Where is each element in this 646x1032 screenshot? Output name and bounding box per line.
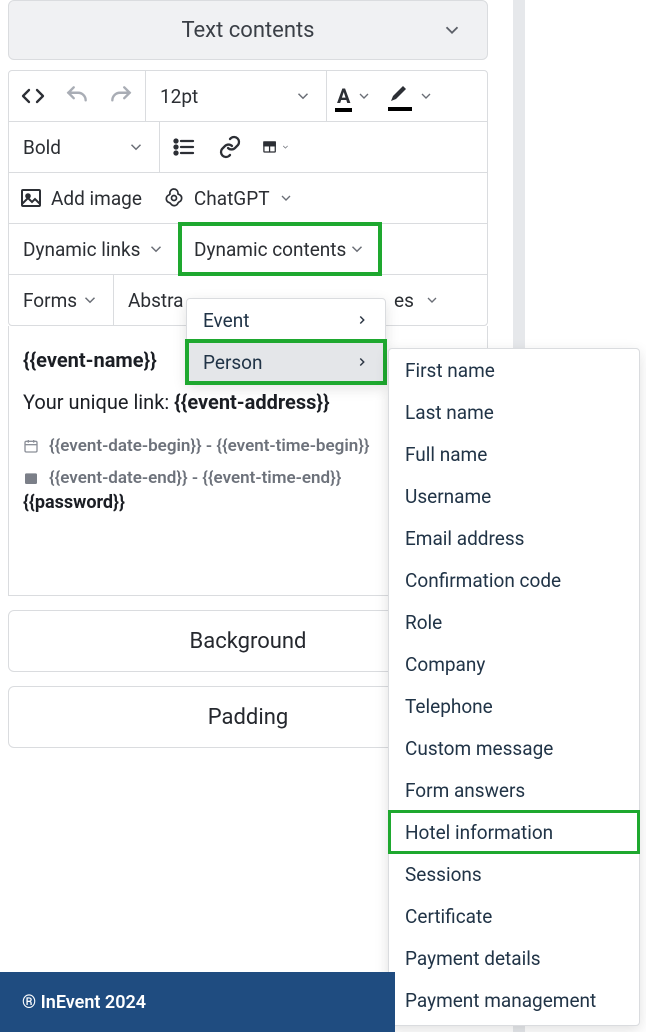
highlight-color-button[interactable] [388, 85, 434, 107]
chatgpt-button[interactable]: ChatGPT [152, 173, 304, 223]
menu-item-label: Certificate [405, 905, 492, 928]
section-text-contents[interactable]: Text contents [8, 0, 488, 60]
menu-item-label: Username [405, 485, 491, 508]
editor-line-date-begin: {{event-date-begin}} - {{event-time-begi… [49, 436, 370, 456]
dynamic-links-label: Dynamic links [23, 238, 140, 261]
menu-item-payment-management[interactable]: Payment management [389, 979, 639, 1021]
menu-item-label: Form answers [405, 779, 525, 802]
chevron-right-icon [355, 351, 369, 374]
menu-item-label: Confirmation code [405, 569, 561, 592]
footer-text: ® InEvent 2024 [22, 992, 146, 1013]
menu-item-email-address[interactable]: Email address [389, 517, 639, 559]
menu-item-label: Role [405, 611, 442, 634]
menu-item-role[interactable]: Role [389, 601, 639, 643]
menu-item-telephone[interactable]: Telephone [389, 685, 639, 727]
chatgpt-label: ChatGPT [194, 187, 270, 210]
redo-icon[interactable] [107, 82, 135, 110]
menu-item-label: Telephone [405, 695, 493, 718]
undo-icon[interactable] [63, 82, 91, 110]
menu-dynamic-contents: Event Person [186, 298, 386, 384]
forms-label: Forms [23, 289, 77, 312]
section-title: Text contents [181, 18, 314, 43]
rich-text-toolbar: 12pt A Bold [8, 70, 488, 326]
list-icon[interactable] [170, 133, 198, 161]
font-weight-value: Bold [23, 136, 61, 159]
menu-item-first-name[interactable]: First name [389, 349, 639, 391]
menu-item-label: Email address [405, 527, 524, 550]
add-image-button[interactable]: Add image [9, 173, 152, 223]
editor-line-unique-label: Your unique link: [23, 390, 174, 414]
forms-select[interactable]: Forms [9, 275, 113, 325]
menu-item-label: Custom message [405, 737, 553, 760]
abstract-select[interactable]: Abstra [114, 275, 194, 325]
add-image-label: Add image [51, 187, 142, 210]
code-icon[interactable] [19, 82, 47, 110]
dynamic-links-select[interactable]: Dynamic links [9, 224, 179, 274]
menu-item-hotel-information[interactable]: Hotel information [389, 811, 639, 853]
menu-item-sessions[interactable]: Sessions [389, 853, 639, 895]
calendar-filled-icon [23, 470, 39, 486]
font-size-select[interactable]: 12pt [146, 71, 326, 121]
highlighter-icon [388, 85, 412, 107]
menu-item-form-answers[interactable]: Form answers [389, 769, 639, 811]
table-icon[interactable] [262, 133, 290, 161]
chevron-down-icon [441, 19, 463, 41]
menu-item-custom-message[interactable]: Custom message [389, 727, 639, 769]
dynamic-contents-label: Dynamic contents [194, 238, 346, 261]
menu-item-label: Payment management [405, 989, 596, 1012]
chevron-right-icon [355, 309, 369, 332]
menu-item-person[interactable]: Person [187, 341, 385, 383]
menu-item-label: Full name [405, 443, 487, 466]
menu-person-fields: First name Last name Full name Username Emai… [388, 348, 640, 1026]
section-background-label: Background [190, 629, 307, 654]
menu-item-label: Company [405, 653, 485, 676]
font-weight-select[interactable]: Bold [9, 122, 159, 172]
obscured-dropdown-fragment: es [394, 289, 414, 312]
chatgpt-icon [162, 186, 186, 210]
menu-item-confirmation-code[interactable]: Confirmation code [389, 559, 639, 601]
menu-item-label: First name [405, 359, 495, 382]
text-color-icon: A [337, 84, 350, 108]
font-size-value: 12pt [160, 85, 198, 108]
image-icon [19, 186, 43, 210]
menu-item-label: Event [203, 309, 249, 332]
menu-item-label: Sessions [405, 863, 482, 886]
menu-item-label: Hotel information [405, 821, 553, 844]
menu-item-label: Payment details [405, 947, 541, 970]
menu-item-company[interactable]: Company [389, 643, 639, 685]
menu-item-payment-details[interactable]: Payment details [389, 937, 639, 979]
menu-item-label: Last name [405, 401, 494, 424]
calendar-outline-icon [23, 438, 39, 454]
abstract-label: Abstra [128, 289, 184, 312]
section-padding-label: Padding [208, 705, 288, 730]
editor-line-unique-value: {{event-address}} [174, 390, 329, 414]
menu-item-label: Person [203, 351, 263, 374]
text-color-button[interactable]: A [337, 84, 372, 108]
menu-item-username[interactable]: Username [389, 475, 639, 517]
menu-item-last-name[interactable]: Last name [389, 391, 639, 433]
menu-item-event[interactable]: Event [187, 299, 385, 341]
link-icon[interactable] [216, 133, 244, 161]
dynamic-contents-select[interactable]: Dynamic contents [180, 224, 380, 274]
menu-item-certificate[interactable]: Certificate [389, 895, 639, 937]
footer: ® InEvent 2024 [0, 972, 395, 1032]
editor-line-date-end: {{event-date-end}} - {{event-time-end}} [49, 468, 341, 488]
menu-item-full-name[interactable]: Full name [389, 433, 639, 475]
